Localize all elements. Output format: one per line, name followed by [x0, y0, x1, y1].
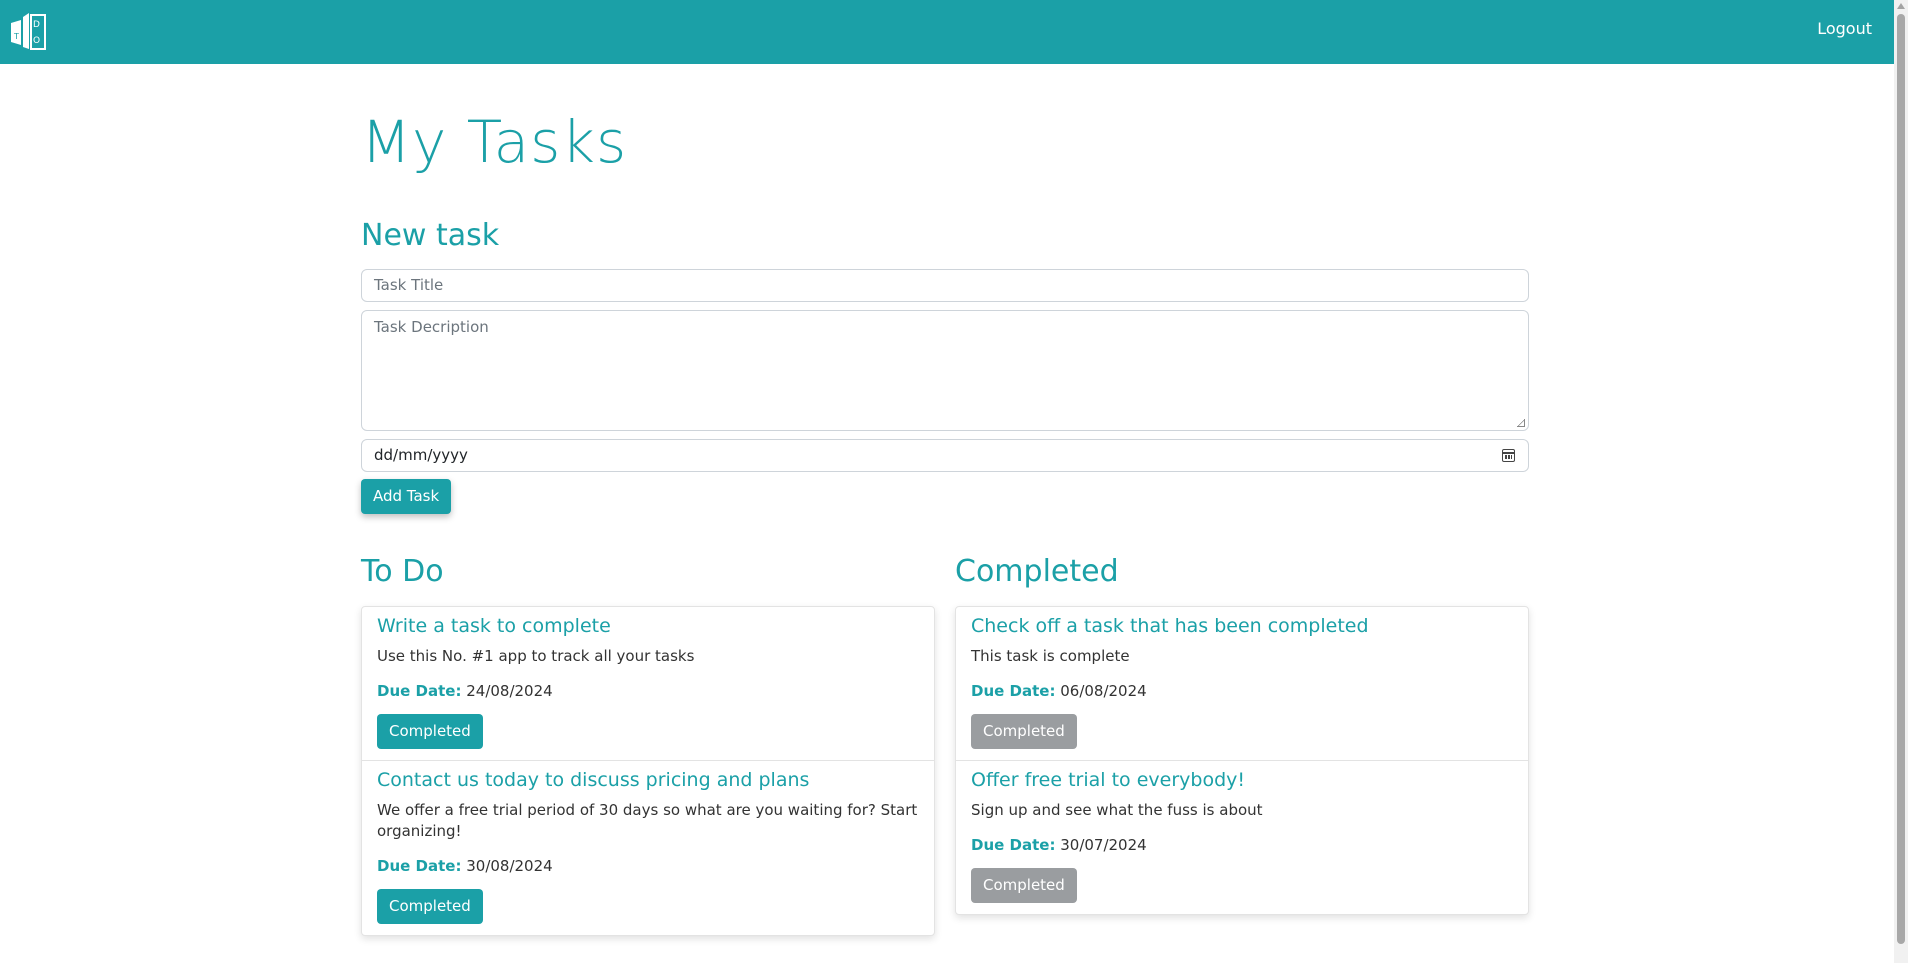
- completed-status-button[interactable]: Completed: [971, 868, 1077, 903]
- scroll-up-arrow-icon[interactable]: [1897, 3, 1905, 9]
- due-date-label: Due Date:: [377, 857, 462, 875]
- due-date-label: Due Date:: [971, 836, 1056, 854]
- new-task-heading: New task: [361, 218, 500, 253]
- svg-text:O: O: [33, 36, 40, 46]
- task-card: Check off a task that has been completed…: [956, 607, 1528, 760]
- calendar-icon[interactable]: [1502, 449, 1515, 462]
- task-description: This task is complete: [971, 647, 1130, 665]
- completed-task-list: Check off a task that has been completed…: [955, 606, 1529, 915]
- task-description: Sign up and see what the fuss is about: [971, 801, 1263, 819]
- todo-building-logo-icon[interactable]: D O T: [9, 11, 47, 51]
- due-date-value: 30/07/2024: [1060, 836, 1147, 854]
- task-title-input[interactable]: Task Title: [361, 269, 1529, 302]
- due-date-input[interactable]: dd/mm/yyyy: [361, 439, 1529, 472]
- task-card: Write a task to complete Use this No. #1…: [362, 607, 934, 760]
- task-title: Check off a task that has been completed: [971, 615, 1369, 637]
- task-title: Write a task to complete: [377, 615, 611, 637]
- due-date-value: 24/08/2024: [466, 682, 553, 700]
- resize-grip-icon[interactable]: [1517, 419, 1525, 427]
- task-card: Offer free trial to everybody! Sign up a…: [956, 760, 1528, 914]
- due-date-label: Due Date:: [971, 682, 1056, 700]
- task-due-date: Due Date: 30/08/2024: [377, 856, 919, 877]
- due-date-label: Due Date:: [377, 682, 462, 700]
- todo-task-list: Write a task to complete Use this No. #1…: [361, 606, 935, 936]
- task-due-date: Due Date: 30/07/2024: [971, 835, 1513, 856]
- completed-status-button[interactable]: Completed: [971, 714, 1077, 749]
- logout-link[interactable]: Logout: [1817, 19, 1872, 38]
- task-description: We offer a free trial period of 30 days …: [377, 801, 918, 840]
- svg-text:T: T: [13, 32, 19, 41]
- add-task-button[interactable]: Add Task: [361, 479, 452, 514]
- task-description: Use this No. #1 app to track all your ta…: [377, 647, 695, 665]
- page-scrollbar[interactable]: [1894, 0, 1908, 963]
- task-due-date: Due Date: 06/08/2024: [971, 681, 1513, 702]
- task-description-placeholder: Task Decription: [374, 318, 489, 336]
- top-navbar: D O T Logout: [0, 0, 1894, 64]
- due-date-value: 30/08/2024: [466, 857, 553, 875]
- task-title: Offer free trial to everybody!: [971, 769, 1245, 791]
- scrollbar-thumb[interactable]: [1897, 14, 1905, 944]
- mark-completed-button[interactable]: Completed: [377, 889, 483, 924]
- due-date-placeholder: dd/mm/yyyy: [374, 446, 468, 464]
- task-title: Contact us today to discuss pricing and …: [377, 769, 810, 791]
- due-date-value: 06/08/2024: [1060, 682, 1147, 700]
- page-title: My Tasks: [361, 108, 628, 176]
- mark-completed-button[interactable]: Completed: [377, 714, 483, 749]
- task-card: Contact us today to discuss pricing and …: [362, 760, 934, 935]
- completed-heading: Completed: [955, 554, 1119, 589]
- todo-heading: To Do: [361, 554, 444, 589]
- svg-text:D: D: [33, 20, 40, 30]
- task-due-date: Due Date: 24/08/2024: [377, 681, 919, 702]
- task-description-textarea[interactable]: Task Decription: [361, 310, 1529, 431]
